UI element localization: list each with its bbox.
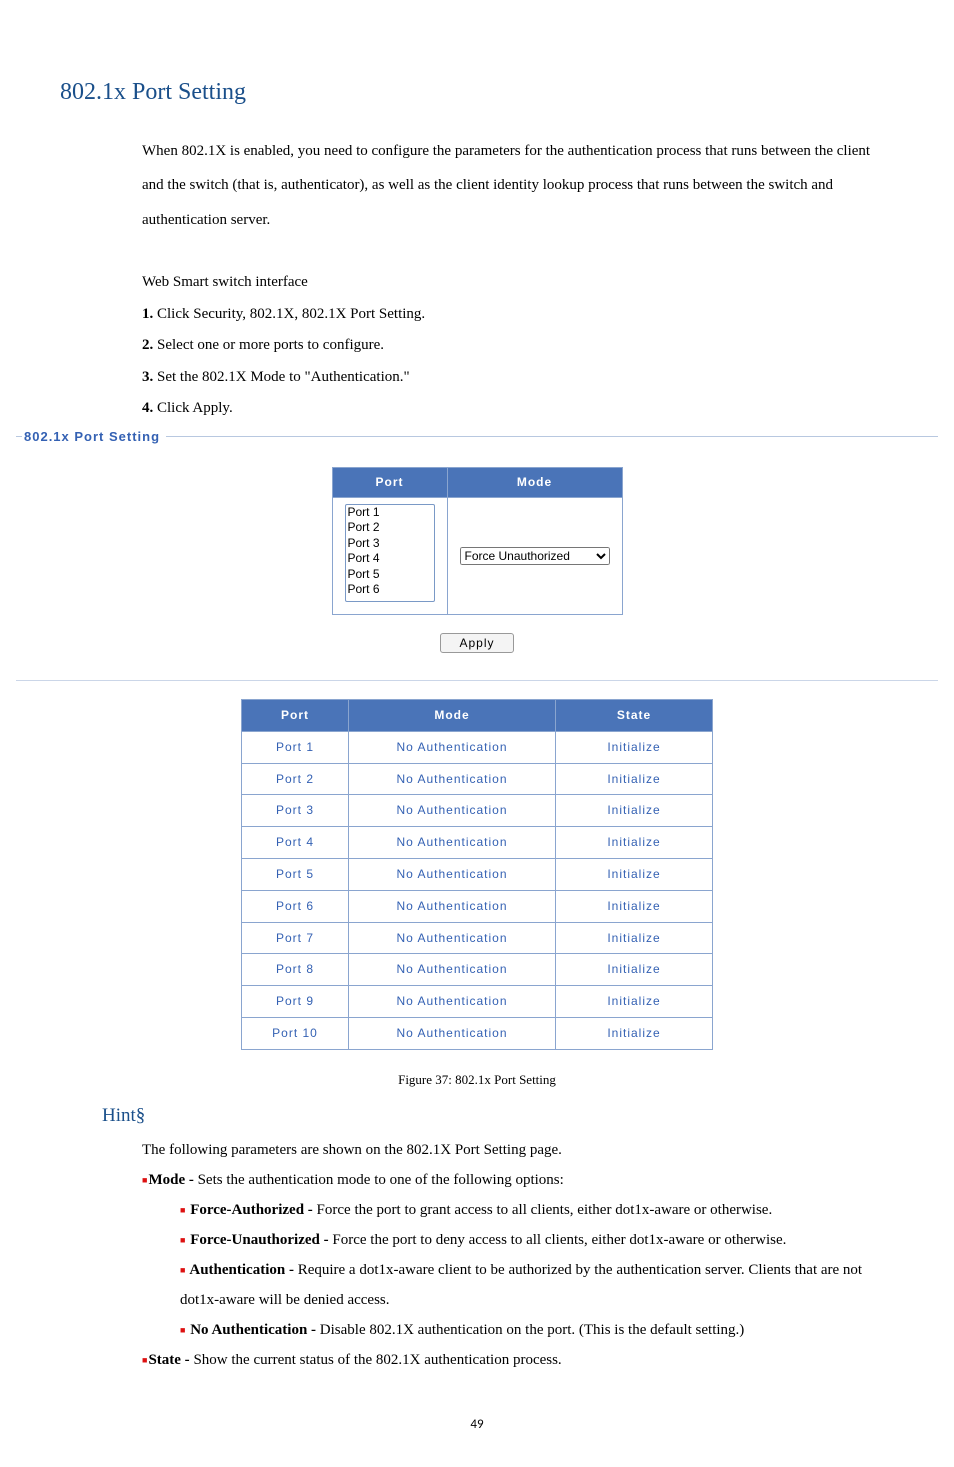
port-option[interactable]: Port 1 (346, 505, 434, 520)
port-setting-panel: 802.1x Port Setting Port Mode Port 1Port… (16, 425, 938, 1050)
panel-legend: 802.1x Port Setting (22, 425, 166, 450)
divider (16, 680, 938, 681)
cell-mode: No Authentication (349, 763, 556, 795)
hint-state-line: ■State - Show the current status of the … (142, 1345, 894, 1375)
table-row: Port 10No AuthenticationInitialize (242, 1017, 713, 1049)
instruction-step: 1. Click Security, 802.1X, 802.1X Port S… (142, 299, 894, 331)
cell-port: Port 3 (242, 795, 349, 827)
status-header-port: Port (242, 699, 349, 731)
bullet-icon: ■ (142, 1175, 147, 1185)
cell-mode: No Authentication (349, 954, 556, 986)
hint-option: ■ Force-Authorized - Force the port to g… (142, 1195, 894, 1225)
config-header-port: Port (332, 468, 447, 498)
hint-intro: The following parameters are shown on th… (142, 1135, 894, 1165)
hint-option: ■ Authentication - Require a dot1x-aware… (142, 1255, 894, 1315)
table-row: Port 9No AuthenticationInitialize (242, 986, 713, 1018)
hint-option: ■ Force-Unauthorized - Force the port to… (142, 1225, 894, 1255)
table-row: Port 6No AuthenticationInitialize (242, 890, 713, 922)
bullet-icon: ■ (180, 1265, 185, 1275)
apply-button[interactable]: Apply (440, 633, 513, 653)
cell-port: Port 8 (242, 954, 349, 986)
instruction-step: 2. Select one or more ports to configure… (142, 330, 894, 362)
cell-state: Initialize (556, 763, 713, 795)
table-row: Port 2No AuthenticationInitialize (242, 763, 713, 795)
cell-port: Port 6 (242, 890, 349, 922)
port-option[interactable]: Port 3 (346, 536, 434, 551)
bullet-icon: ■ (180, 1235, 185, 1245)
cell-port: Port 9 (242, 986, 349, 1018)
cell-state: Initialize (556, 890, 713, 922)
cell-mode: No Authentication (349, 986, 556, 1018)
figure-caption: Figure 37: 802.1x Port Setting (60, 1068, 894, 1093)
instruction-step: 3. Set the 802.1X Mode to "Authenticatio… (142, 362, 894, 394)
interface-label: Web Smart switch interface (142, 267, 894, 299)
mode-select[interactable]: Force Unauthorized (460, 547, 610, 565)
hint-state-text: Show the current status of the 802.1X au… (193, 1352, 561, 1368)
status-header-mode: Mode (349, 699, 556, 731)
table-row: Port 7No AuthenticationInitialize (242, 922, 713, 954)
hint-state-label: State - (148, 1352, 193, 1368)
table-row: Port 1No AuthenticationInitialize (242, 731, 713, 763)
cell-mode: No Authentication (349, 858, 556, 890)
port-select[interactable]: Port 1Port 2Port 3Port 4Port 5Port 6 (345, 504, 435, 602)
hint-option: ■ No Authentication - Disable 802.1X aut… (142, 1315, 894, 1345)
cell-state: Initialize (556, 986, 713, 1018)
hint-mode-label: Mode - (148, 1172, 197, 1188)
cell-state: Initialize (556, 1017, 713, 1049)
config-header-mode: Mode (447, 468, 622, 498)
instruction-step: 4. Click Apply. (142, 393, 894, 425)
port-option[interactable]: Port 6 (346, 582, 434, 597)
cell-state: Initialize (556, 795, 713, 827)
port-option[interactable]: Port 2 (346, 520, 434, 535)
cell-mode: No Authentication (349, 1017, 556, 1049)
cell-mode: No Authentication (349, 827, 556, 859)
port-option[interactable]: Port 4 (346, 551, 434, 566)
cell-port: Port 10 (242, 1017, 349, 1049)
page-number: 49 (60, 1413, 894, 1438)
cell-port: Port 7 (242, 922, 349, 954)
cell-port: Port 4 (242, 827, 349, 859)
port-option[interactable]: Port 5 (346, 567, 434, 582)
status-table: Port Mode State Port 1No AuthenticationI… (241, 699, 713, 1050)
cell-mode: No Authentication (349, 795, 556, 827)
hint-mode-text: Sets the authentication mode to one of t… (198, 1172, 564, 1188)
cell-state: Initialize (556, 922, 713, 954)
hint-mode-line: ■Mode - Sets the authentication mode to … (142, 1165, 894, 1195)
intro-text: When 802.1X is enabled, you need to conf… (142, 143, 870, 228)
cell-mode: No Authentication (349, 731, 556, 763)
bullet-icon: ■ (180, 1325, 185, 1335)
cell-port: Port 2 (242, 763, 349, 795)
cell-state: Initialize (556, 858, 713, 890)
cell-port: Port 5 (242, 858, 349, 890)
table-row: Port 3No AuthenticationInitialize (242, 795, 713, 827)
bullet-icon: ■ (142, 1355, 147, 1365)
hint-title: Hint§ (102, 1098, 894, 1134)
table-row: Port 8No AuthenticationInitialize (242, 954, 713, 986)
cell-mode: No Authentication (349, 890, 556, 922)
status-header-state: State (556, 699, 713, 731)
table-row: Port 4No AuthenticationInitialize (242, 827, 713, 859)
cell-state: Initialize (556, 954, 713, 986)
cell-state: Initialize (556, 827, 713, 859)
table-row: Port 5No AuthenticationInitialize (242, 858, 713, 890)
config-table: Port Mode Port 1Port 2Port 3Port 4Port 5… (332, 467, 623, 615)
cell-mode: No Authentication (349, 922, 556, 954)
cell-port: Port 1 (242, 731, 349, 763)
page-title: 802.1x Port Setting (60, 70, 894, 116)
bullet-icon: ■ (180, 1205, 185, 1215)
cell-state: Initialize (556, 731, 713, 763)
